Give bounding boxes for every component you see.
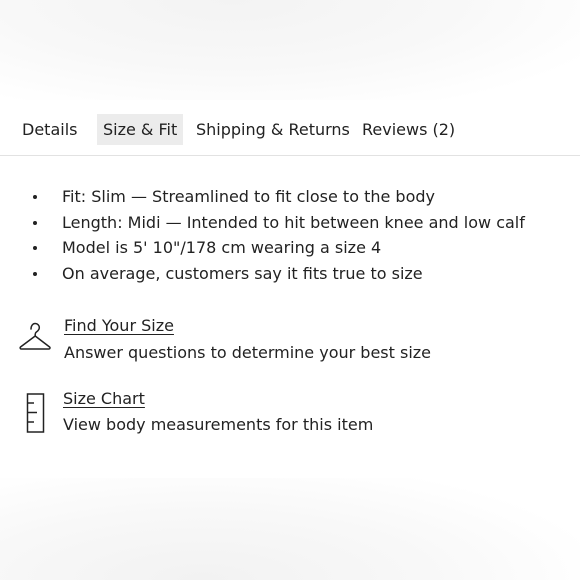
fit-detail-text: Length: Midi — Intended to hit between k… [62, 212, 525, 232]
tab-details[interactable]: Details [22, 114, 77, 145]
tab-shipping-and-returns[interactable]: Shipping & Returns [196, 114, 350, 145]
find-your-size-section: Find Your Size Answer questions to deter… [18, 316, 568, 366]
fit-details-list: Fit: Slim — Streamlined to fit close to … [28, 184, 568, 286]
bullet-icon [33, 220, 37, 225]
hanger-icon [19, 322, 51, 350]
list-item: Model is 5' 10"/178 cm wearing a size 4 [28, 235, 568, 261]
bullet-icon [33, 246, 37, 250]
bullet-icon [33, 271, 37, 276]
fit-detail-text: On average, customers say it fits true t… [62, 263, 423, 283]
ruler-icon [26, 393, 45, 433]
fit-detail-text: Model is 5' 10"/178 cm wearing a size 4 [62, 238, 382, 257]
list-item: On average, customers say it fits true t… [28, 261, 568, 287]
bottom-content-area [0, 478, 580, 580]
tab-size-and-fit[interactable]: Size & Fit [97, 114, 184, 145]
product-info-tabs: Details Size & Fit Shipping & Returns Re… [0, 100, 580, 156]
find-your-size-description: Answer questions to determine your best … [64, 343, 432, 362]
size-chart-description: View body measurements for this item [63, 415, 374, 434]
fit-detail-text: Fit: Slim — Streamlined to fit close to … [62, 187, 435, 206]
size-chart-section: Size Chart View body measurements for th… [18, 389, 568, 439]
list-item: Length: Midi — Intended to hit between k… [28, 210, 568, 236]
list-item: Fit: Slim — Streamlined to fit close to … [28, 184, 568, 210]
find-your-size-link[interactable]: Find Your Size [64, 316, 174, 335]
tab-reviews[interactable]: Reviews (2) [362, 114, 455, 145]
product-size-fit-panel: Details Size & Fit Shipping & Returns Re… [0, 0, 580, 580]
top-product-image-area [0, 0, 580, 100]
bullet-icon [33, 195, 37, 199]
size-chart-link[interactable]: Size Chart [63, 389, 145, 408]
